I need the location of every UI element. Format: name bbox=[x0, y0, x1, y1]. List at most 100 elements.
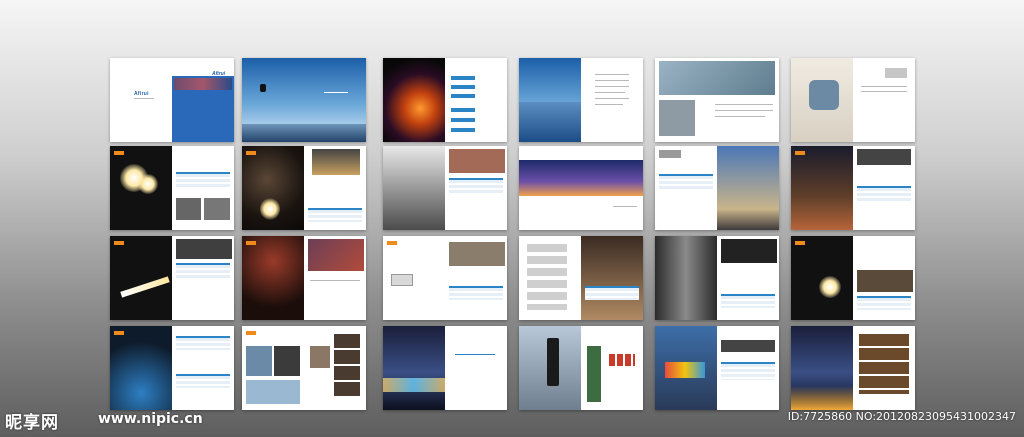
climber-landscape-image bbox=[242, 58, 366, 142]
downlight-spec-page bbox=[304, 236, 366, 320]
family-living-room-photo bbox=[791, 58, 853, 142]
spread-factory bbox=[655, 58, 779, 142]
streetlight-sunset-photo bbox=[717, 146, 779, 230]
mountain-layer bbox=[519, 102, 581, 142]
index-tab-4 bbox=[451, 108, 475, 112]
spec-table bbox=[721, 294, 775, 308]
spread-tunnel bbox=[110, 326, 234, 410]
family-figures bbox=[809, 80, 839, 110]
preface-text-page bbox=[581, 58, 643, 142]
skyline-night-photo bbox=[791, 326, 853, 410]
index-tab-5 bbox=[451, 118, 475, 122]
spec-table bbox=[176, 374, 230, 388]
section-tag bbox=[795, 151, 805, 155]
cover-left-page: Afirui bbox=[110, 58, 172, 142]
bulb-glow bbox=[138, 174, 158, 194]
corridor-pillars-photo bbox=[655, 236, 717, 320]
project-photo bbox=[310, 346, 330, 368]
spread-bird-mountains bbox=[519, 58, 643, 142]
road-lamp-photo bbox=[857, 149, 911, 165]
corridor-spec-page bbox=[717, 236, 779, 320]
caption-line bbox=[455, 354, 495, 355]
bulb-glow bbox=[260, 198, 280, 220]
spread-downlight bbox=[242, 236, 366, 320]
cover-photo-strip bbox=[174, 78, 232, 90]
bridge-caption-line bbox=[613, 206, 637, 207]
mountain-silhouette bbox=[242, 124, 366, 142]
spread-climber bbox=[242, 58, 366, 142]
site-url-text: www.nipic.cn bbox=[98, 411, 203, 427]
traffic-spec-page bbox=[581, 326, 643, 410]
spread-led-screen bbox=[655, 326, 779, 410]
lamp-grid-photo bbox=[312, 149, 360, 175]
gallery-photo bbox=[857, 270, 913, 292]
skyline-reflection bbox=[791, 386, 853, 410]
spec-table bbox=[449, 286, 503, 300]
spread-cover: Afirui Afirui bbox=[110, 58, 234, 142]
projects-left-page bbox=[242, 326, 304, 410]
spec-table bbox=[176, 172, 230, 188]
spec-table bbox=[585, 286, 639, 300]
section-tag bbox=[246, 241, 256, 245]
skyline-lights bbox=[383, 378, 445, 392]
image-id-text: ID:7725860 NO:20120823095431002347 bbox=[787, 410, 1016, 423]
factory-building-photo bbox=[659, 100, 695, 136]
skyline-product-page bbox=[853, 326, 915, 410]
preface-line bbox=[595, 104, 623, 105]
cover-right-page: Afirui bbox=[172, 58, 234, 142]
projects-right-page bbox=[304, 326, 366, 410]
led-screen-spec-page bbox=[717, 326, 779, 410]
road-spec-page bbox=[853, 146, 915, 230]
tube-light-spec-page bbox=[172, 236, 234, 320]
product-lamp-photo bbox=[885, 68, 907, 78]
section-tag bbox=[114, 151, 124, 155]
spec-table bbox=[176, 336, 230, 350]
preface-line bbox=[595, 74, 629, 75]
preface-line bbox=[595, 86, 629, 87]
section-tag bbox=[246, 151, 256, 155]
floodlight-product-grid bbox=[859, 334, 909, 394]
cover-right-logo: Afirui bbox=[212, 71, 226, 77]
spread-traffic bbox=[519, 326, 643, 410]
climber-figure bbox=[260, 84, 266, 92]
light-trails-index-page bbox=[445, 58, 507, 142]
signal-products bbox=[609, 354, 635, 366]
bridge-night-photo bbox=[519, 160, 643, 196]
interior-spec-page bbox=[445, 146, 507, 230]
bulbs-spec-page bbox=[172, 146, 234, 230]
spread-light-trails bbox=[383, 58, 507, 142]
city-night-caption-page bbox=[445, 326, 507, 410]
tunnel-light-photo bbox=[110, 326, 172, 410]
spread-projects bbox=[242, 326, 366, 410]
family-text-line bbox=[861, 91, 907, 92]
index-tab-1 bbox=[451, 76, 475, 80]
section-tag bbox=[387, 241, 397, 245]
section-tag bbox=[246, 331, 256, 335]
section-tag bbox=[114, 241, 124, 245]
index-tab-3 bbox=[451, 94, 475, 98]
panel-light-photo bbox=[391, 274, 413, 286]
factory-page bbox=[655, 58, 779, 142]
panel-light-page bbox=[383, 236, 445, 320]
spread-bridge bbox=[519, 146, 643, 230]
index-tab-2 bbox=[451, 85, 475, 89]
light-trails-image bbox=[383, 58, 445, 142]
city-night-photo bbox=[383, 326, 445, 410]
track-light-glow bbox=[819, 276, 841, 298]
lighting-scene-photo bbox=[308, 239, 364, 271]
cover-brand-logo: Afirui bbox=[134, 91, 149, 97]
single-bulb-page bbox=[242, 146, 304, 230]
bulbs-dark-page bbox=[110, 146, 172, 230]
lobby-photo bbox=[721, 239, 777, 263]
family-text-line bbox=[861, 86, 907, 87]
spread-city-night bbox=[383, 326, 507, 410]
spread-spotlights bbox=[519, 236, 643, 320]
signal-pole bbox=[587, 346, 601, 402]
project-photo-column bbox=[334, 334, 360, 398]
spread-skyline bbox=[791, 326, 915, 410]
section-tag bbox=[114, 331, 124, 335]
spec-table bbox=[308, 208, 362, 222]
section-tag bbox=[795, 241, 805, 245]
interior-corridor-photo bbox=[383, 146, 445, 230]
spotlight-product-grid bbox=[527, 244, 567, 310]
